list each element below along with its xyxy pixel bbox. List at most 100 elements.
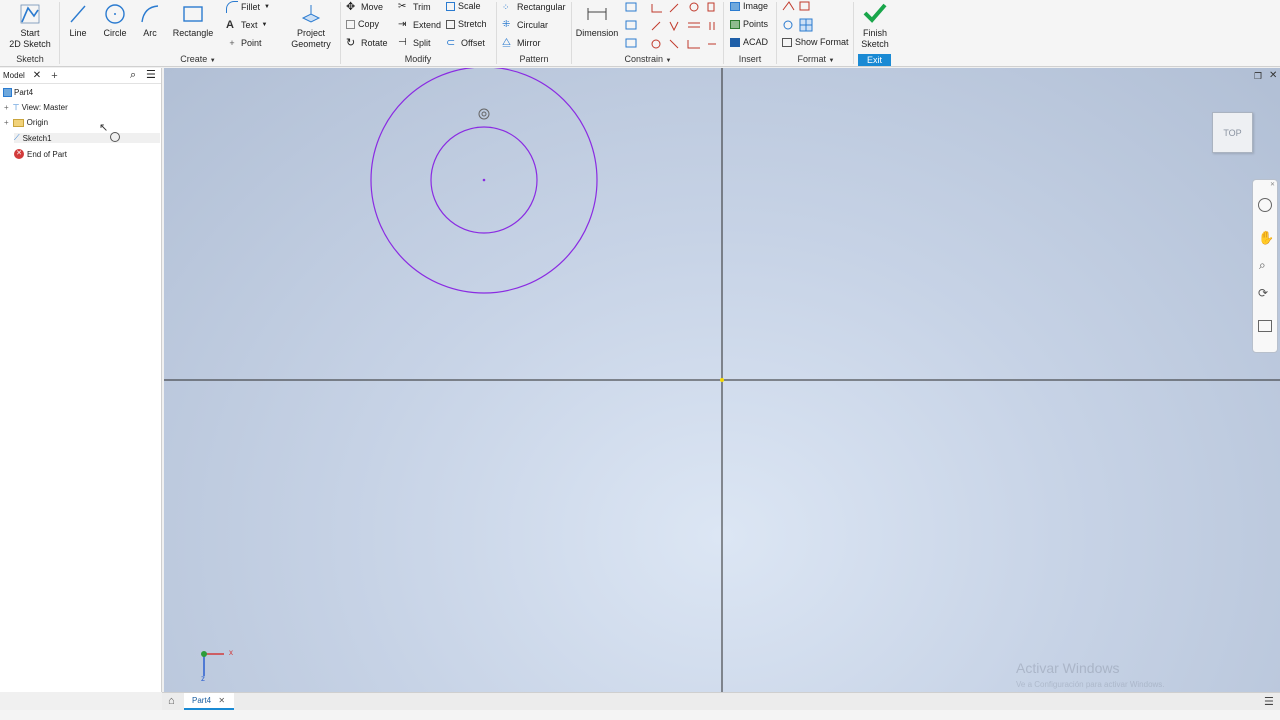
point-button[interactable]: + Point [226, 37, 262, 49]
tree-item-view-master[interactable]: + ⊤ View: Master [4, 103, 68, 112]
tree-item-part4[interactable]: Part4 [3, 88, 33, 97]
mirror-button[interactable]: ⧋ Mirror [502, 37, 541, 49]
project-geometry-icon [301, 5, 321, 23]
move-label: Move [361, 2, 384, 12]
constrain-group-label[interactable]: Constrain ▼ [620, 54, 676, 64]
split-button[interactable]: ⊣ Split [398, 37, 431, 49]
create-group-label[interactable]: Create ▼ [176, 54, 220, 64]
mirror-icon: ⧋ [502, 37, 511, 48]
finish-sketch-button[interactable]: Finish Sketch [856, 0, 894, 50]
orbit-icon[interactable]: ⟳ [1258, 286, 1268, 300]
sketch-icon: ⟋ [14, 133, 20, 142]
points-icon [730, 19, 740, 29]
offset-button[interactable]: ⊂ Offset [446, 37, 485, 49]
folder-icon [12, 118, 24, 127]
dimension-button[interactable]: Dimension [575, 2, 619, 39]
close-viewport-icon[interactable]: ✕ [1269, 70, 1277, 81]
navigation-bar: ✕ ✋ ⌕ ⟳ [1252, 179, 1278, 353]
move-button[interactable]: ✥ Move [346, 1, 383, 13]
tree-label: End of Part [27, 149, 68, 159]
tab-menu-icon[interactable]: ☰ [1264, 695, 1274, 708]
dimension-icon [587, 8, 607, 20]
text-button[interactable]: A Text ▼ [226, 19, 267, 31]
circular-pattern-button[interactable]: ⁜ Circular [502, 19, 548, 31]
restore-icon[interactable]: ❐ [1254, 71, 1262, 82]
fillet-button[interactable]: Fillet ▼ [226, 1, 270, 13]
point-label: Point [241, 38, 262, 48]
trim-button[interactable]: ✂ Trim [398, 1, 431, 13]
browser-header: Model ✕ + ⌕ ☰ [0, 68, 161, 84]
format-group-label[interactable]: Format ▼ [794, 54, 838, 64]
busy-cursor-icon [110, 132, 120, 142]
model-tab[interactable]: Model [3, 71, 25, 80]
view-icon: ⊤ [12, 103, 20, 112]
arc-button[interactable]: Arc [137, 2, 163, 39]
rotate-button[interactable]: ↻ Rotate [346, 37, 388, 49]
zoom-icon[interactable]: ⌕ [1259, 258, 1266, 273]
pan-icon[interactable]: ✋ [1258, 230, 1274, 246]
sketch-canvas[interactable] [164, 68, 1280, 692]
origin-point [720, 378, 724, 382]
acad-button[interactable]: ACAD [730, 37, 768, 47]
split-label: Split [413, 38, 431, 48]
steering-wheel-icon[interactable] [1258, 198, 1272, 212]
stretch-button[interactable]: Stretch [446, 19, 487, 29]
line-button[interactable]: Line [64, 2, 92, 39]
show-format-button[interactable]: Show Format [782, 37, 849, 47]
points-button[interactable]: Points [730, 19, 768, 29]
expand-icon[interactable]: + [4, 103, 9, 112]
checkmark-icon [863, 3, 887, 23]
stretch-label: Stretch [458, 19, 487, 29]
expand-icon[interactable]: + [4, 118, 9, 127]
separator [340, 2, 341, 64]
tree-item-origin[interactable]: + Origin [4, 118, 48, 127]
extend-button[interactable]: ⇥ Extend [398, 19, 441, 31]
tree-item-sketch1[interactable]: ⟋ Sketch1 [14, 133, 160, 143]
coordinate-triad: x z [196, 646, 236, 683]
pattern-group-label: Pattern [519, 54, 549, 64]
close-icon[interactable]: ✕ [33, 70, 41, 81]
rectangle-button[interactable]: Rectangle [170, 2, 216, 39]
add-tab-icon[interactable]: + [51, 70, 57, 82]
sketch-group-label: Sketch [16, 54, 44, 64]
separator [853, 2, 854, 64]
rectangular-pattern-button[interactable]: ⁘ Rectangular [502, 1, 566, 13]
viewcube-face-label: TOP [1223, 127, 1242, 138]
fillet-icon [226, 1, 238, 13]
viewcube[interactable]: TOP [1212, 112, 1253, 153]
look-at-icon[interactable] [1258, 320, 1272, 332]
line-icon [70, 5, 86, 23]
rectangular-pattern-icon: ⁘ [502, 2, 510, 12]
search-icon[interactable]: ⌕ [130, 69, 136, 82]
tree-item-end-of-part[interactable]: ✕ End of Part [14, 149, 67, 159]
separator [59, 2, 60, 64]
constraint-icons [625, 2, 716, 49]
project-geometry-button[interactable]: Project Geometry [286, 2, 336, 50]
mouse-cursor-icon: ↖ [99, 122, 109, 134]
copy-button[interactable]: Copy [346, 19, 379, 29]
scale-button[interactable]: Scale [446, 1, 481, 11]
tree-label: Sketch1 [22, 133, 52, 143]
ribbon: Start 2D Sketch Sketch Line Circle Arc R… [0, 0, 1280, 67]
document-tab-bar: ⌂ Part4 ✕ ☰ [162, 692, 1280, 710]
graphics-viewport[interactable]: x z ❐ ✕ [164, 68, 1280, 692]
home-icon[interactable]: ⌂ [168, 695, 175, 707]
tab-close-icon[interactable]: ✕ [218, 696, 225, 705]
show-format-label: Show Format [795, 37, 849, 47]
document-tab-part4[interactable]: Part4 ✕ [184, 693, 234, 710]
points-label: Points [743, 19, 769, 29]
cursor-snap-marker [478, 108, 490, 120]
move-icon: ✥ [346, 1, 356, 13]
format-icons [782, 1, 813, 32]
tree-label: Part4 [14, 88, 34, 97]
part-icon [3, 88, 12, 97]
image-button[interactable]: Image [730, 1, 768, 11]
menu-icon[interactable]: ☰ [146, 68, 156, 81]
text-label: Text [241, 20, 258, 30]
start-2d-sketch-button[interactable]: Start 2D Sketch [6, 2, 54, 50]
navbar-close-icon[interactable]: ✕ [1270, 181, 1275, 188]
exit-group-label: Exit [858, 54, 891, 66]
circle-button[interactable]: Circle [100, 2, 130, 39]
separator [571, 2, 572, 64]
tree-label: View: Master [21, 103, 68, 112]
